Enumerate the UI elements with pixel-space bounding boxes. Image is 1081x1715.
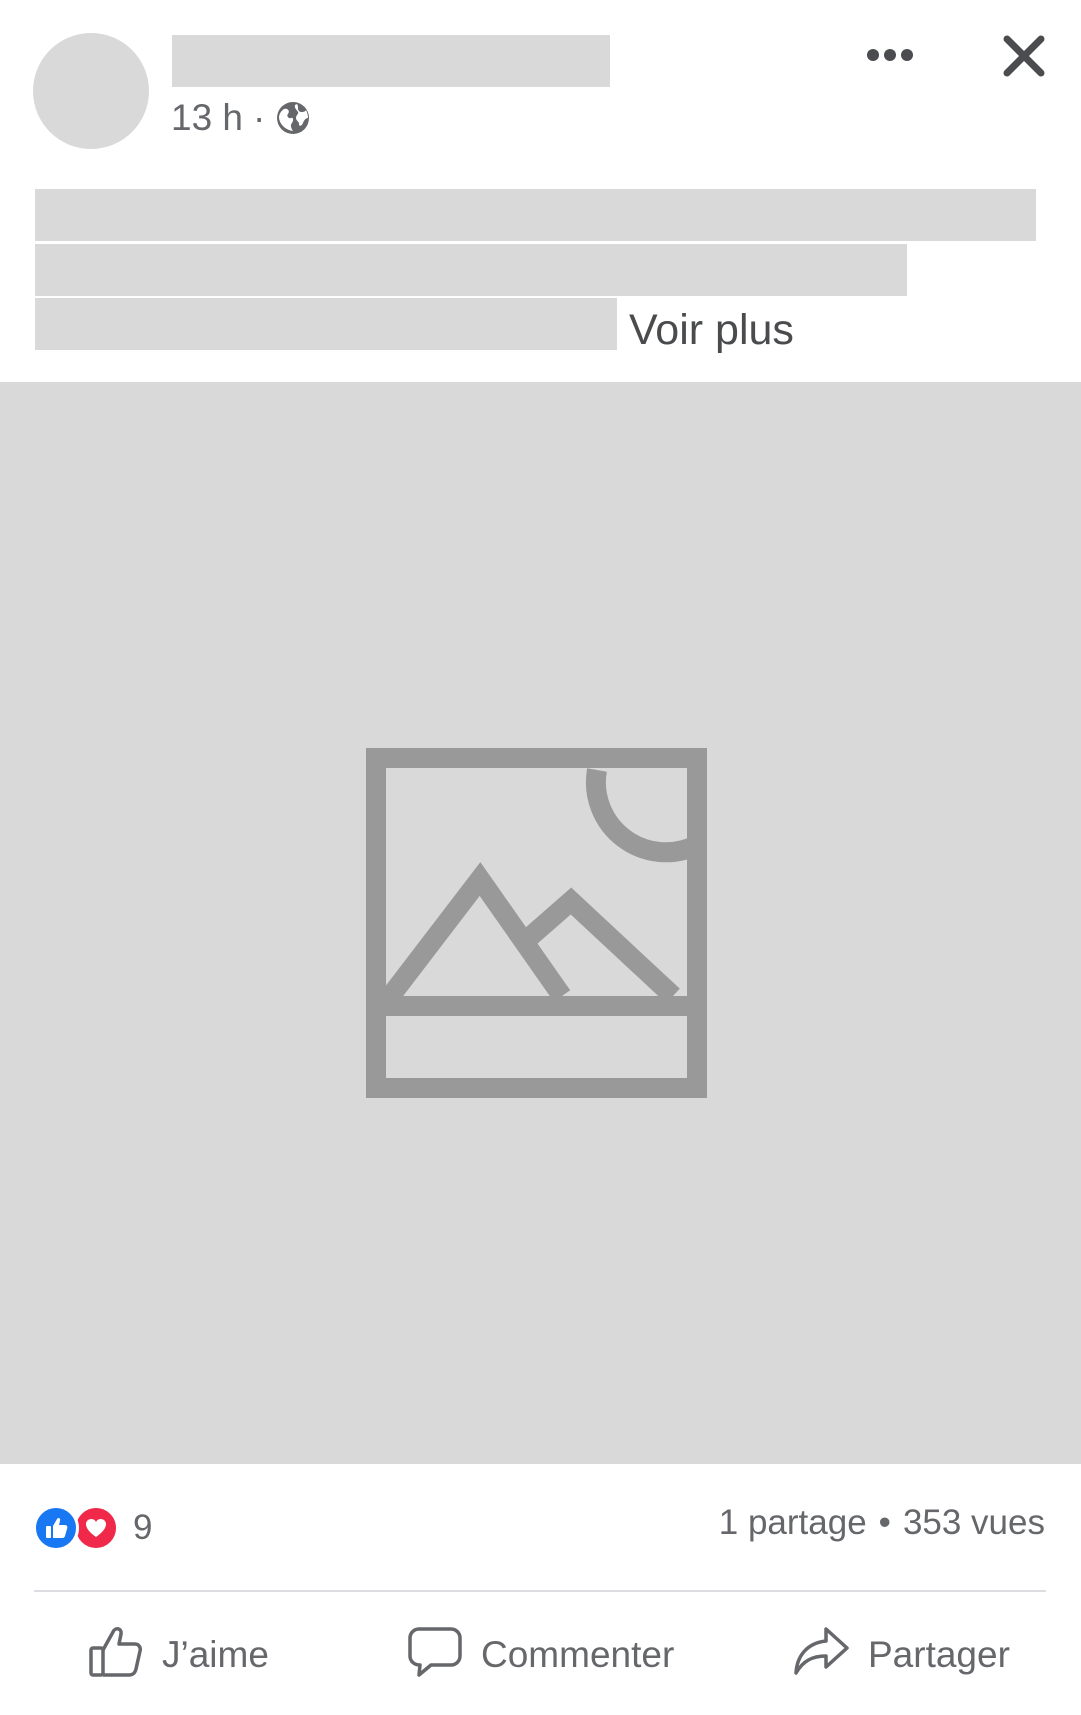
more-horizontal-icon	[866, 48, 914, 67]
post-text-line-redacted	[35, 298, 617, 350]
comment-button[interactable]: Commenter	[407, 1618, 674, 1692]
divider	[34, 1590, 1046, 1592]
views-count: 353 vues	[902, 1503, 1045, 1542]
share-button-label: Partager	[868, 1634, 1010, 1675]
see-more-link[interactable]: Voir plus	[629, 298, 794, 362]
share-arrow-icon	[792, 1623, 868, 1688]
shares-count[interactable]: 1 partage	[719, 1503, 867, 1542]
close-icon	[1002, 34, 1046, 83]
avatar[interactable]	[33, 33, 149, 149]
image-placeholder-icon	[366, 748, 707, 1098]
meta-separator: ·	[253, 97, 266, 138]
share-view-stats: 1 partage • 353 vues	[719, 1503, 1045, 1543]
thumbs-up-icon	[88, 1623, 162, 1688]
stats-separator: •	[878, 1503, 891, 1542]
like-button[interactable]: J’aime	[88, 1618, 269, 1692]
more-options-button[interactable]	[858, 35, 922, 79]
like-reaction-icon	[33, 1505, 79, 1551]
globe-icon	[275, 100, 311, 136]
share-button[interactable]: Partager	[792, 1618, 1010, 1692]
comment-icon	[407, 1623, 481, 1688]
post-text-line-redacted	[35, 244, 907, 296]
close-button[interactable]	[996, 30, 1052, 86]
comment-button-label: Commenter	[481, 1634, 675, 1675]
love-reaction-icon	[73, 1505, 119, 1551]
post-time[interactable]: 13 h	[171, 97, 243, 139]
like-button-label: J’aime	[162, 1634, 269, 1675]
reaction-count: 9	[133, 1508, 153, 1547]
post-meta: 13 h ·	[171, 93, 311, 143]
author-name-redacted[interactable]	[172, 35, 610, 87]
post-text-line-redacted	[35, 189, 1036, 241]
reactions-summary[interactable]: 9	[33, 1505, 152, 1551]
